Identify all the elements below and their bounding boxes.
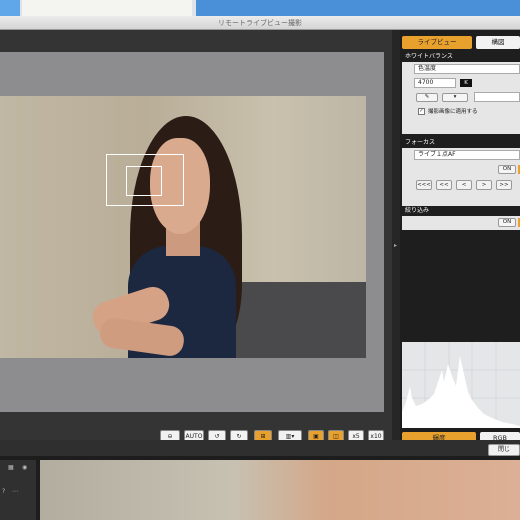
settings-icon[interactable]: ◉ [22,464,27,471]
window-title[interactable]: リモートライブビュー撮影 [0,16,520,30]
focus-far-small-button[interactable]: > [476,180,492,190]
kelvin-unit: K [460,79,472,87]
focus-near-medium-button[interactable]: << [436,180,452,190]
grid-icon[interactable]: ▦ [8,464,14,471]
live-view-image[interactable] [0,96,366,358]
background-window [22,0,192,16]
settings-panel: ライブビュー 構図 ホワイトバランス 色温度 4700 K ✎ ▾ ✓ 撮影画像… [400,30,520,456]
dropdown-icon[interactable]: ▾ [442,93,468,102]
focus-near-large-button[interactable]: <<< [416,180,432,190]
af-on-button[interactable]: ON [498,165,516,174]
focus-header: フォーカス [405,139,436,146]
help-icon[interactable]: ? [2,488,5,495]
more-icon[interactable]: ⋯ [12,488,18,495]
histogram-area [402,356,520,428]
preview-panel: ⊖ AUTO ↺ ↻ ⊞ ▥▾ ▣ ◫ x5 x10 [0,30,392,456]
live-view-window: リモートライブビュー撮影 ⊖ AUTO ↺ ↻ ⊞ ▥▾ ▣ ◫ x5 x10 … [0,16,520,456]
wb-shift-field[interactable] [474,92,520,102]
desktop-strip [0,0,20,16]
main-image-preview[interactable] [40,460,520,520]
window-footer [0,440,520,456]
screen: リモートライブビュー撮影 ⊖ AUTO ↺ ↻ ⊞ ▥▾ ▣ ◫ x5 x10 … [0,0,520,520]
main-window-sidebar: ▦ ◉ ? ⋯ [0,460,36,520]
eyedropper-icon[interactable]: ✎ [416,93,438,102]
expand-arrow-icon[interactable]: ▸ [394,242,397,249]
aperture-section: ON [402,216,520,230]
desktop-background [0,0,520,16]
white-balance-header: ホワイトバランス [405,53,453,60]
aperture-on-button[interactable]: ON [498,218,516,227]
apply-checkbox[interactable]: ✓ [418,108,425,115]
tab-live-view[interactable]: ライブビュー [402,36,472,49]
focus-far-medium-button[interactable]: >> [496,180,512,190]
panel-splitter[interactable]: ▸ [392,30,400,456]
desktop-strip [196,0,520,16]
apply-checkbox-label: 撮影画像に適用する [428,109,478,115]
auto-label: AUTO [185,433,203,440]
histogram-graph [402,342,520,428]
close-button[interactable]: 閉じ [488,444,520,456]
focus-near-small-button[interactable]: < [456,180,472,190]
af-mode-select[interactable]: ライブ１点AF [414,150,520,160]
focus-section: ライブ１点AF ON [402,148,520,206]
af-point-frame[interactable] [126,166,162,196]
tab-composition[interactable]: 構図 [476,36,520,49]
wb-mode-select[interactable]: 色温度 [414,64,520,74]
aperture-header: 絞り込み [405,207,430,214]
histogram [402,342,520,428]
white-balance-section: 色温度 4700 K ✎ ▾ ✓ 撮影画像に適用する [402,62,520,134]
zoom-x5-label: x5 [352,433,360,440]
kelvin-input[interactable]: 4700 [414,78,456,88]
zoom-x10-label: x10 [370,433,382,440]
live-view-stage[interactable] [0,52,384,412]
background-sofa [228,282,366,358]
